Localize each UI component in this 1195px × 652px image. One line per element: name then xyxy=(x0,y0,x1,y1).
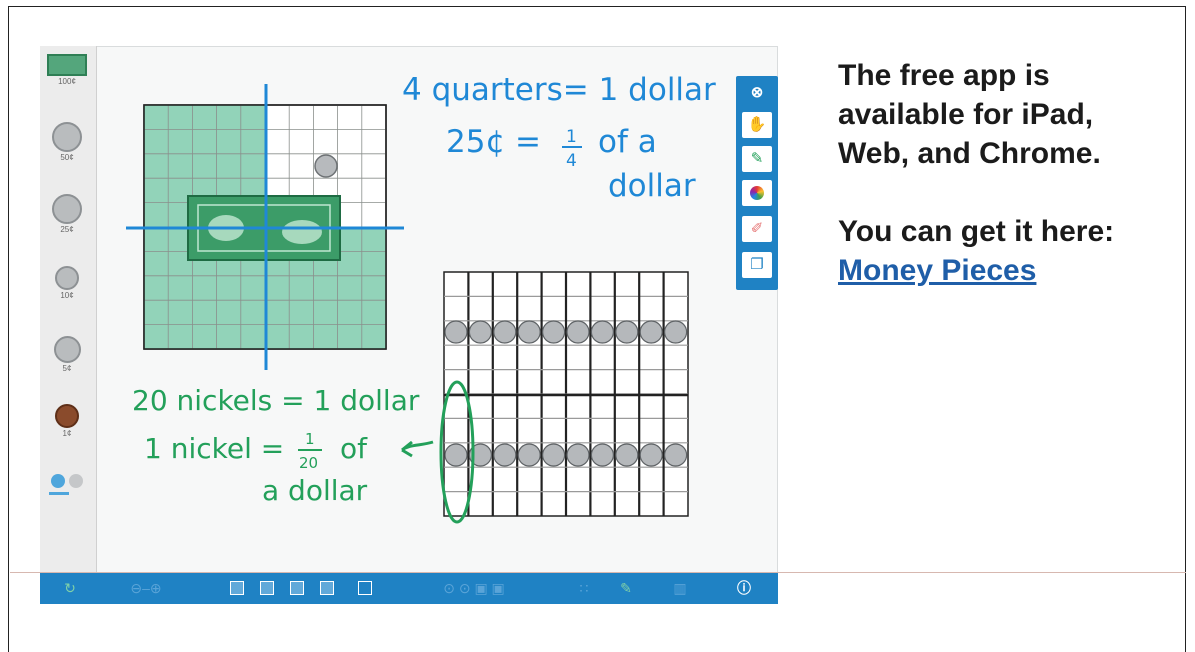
annotation-quarters-line2b: of a xyxy=(598,124,657,160)
fraction-denominator: 4 xyxy=(566,151,577,171)
fraction-numerator: 1 xyxy=(566,127,577,147)
nickel-coin[interactable] xyxy=(615,320,639,344)
annotation-nickels-line1: 20 nickels = 1 dollar xyxy=(132,384,420,417)
eraser-icon[interactable]: ✐ xyxy=(742,216,772,242)
color-wheel-icon[interactable] xyxy=(742,180,772,206)
fraction-denominator: 20 xyxy=(299,454,318,472)
fraction-numerator: 1 xyxy=(305,430,315,448)
hand-icon[interactable]: ✋ xyxy=(742,112,772,138)
annotation-nickels-line2b: of xyxy=(340,432,368,465)
money-pieces-link[interactable]: Money Pieces xyxy=(838,254,1036,287)
calendar-icon[interactable] xyxy=(358,581,372,595)
bottom-toolbar: ↻ ⊖–⊕ ⊙ ⊙ ▣ ▣ ∷ ✎ ▥ ⓘ xyxy=(40,572,778,604)
info-panel: The free app is available for iPad, Web,… xyxy=(838,56,1178,290)
nickel-coin[interactable] xyxy=(590,320,615,344)
nickel-coin[interactable] xyxy=(517,320,541,344)
pen-icon[interactable]: ✎ xyxy=(616,572,636,604)
annotation-quarters-line3: dollar xyxy=(608,168,696,204)
trash-icon[interactable]: ▥ xyxy=(670,572,690,604)
zoom-icon[interactable]: ⊖–⊕ xyxy=(126,572,166,604)
nickel-coin[interactable] xyxy=(444,443,468,467)
info-icon[interactable]: ⓘ xyxy=(734,572,754,604)
divider-line xyxy=(10,572,1186,573)
nickel-coin[interactable] xyxy=(541,443,566,467)
annotation-nickels-line3: a dollar xyxy=(262,474,368,507)
refresh-icon[interactable]: ↻ xyxy=(60,572,80,604)
layout-4-icon[interactable] xyxy=(320,581,334,595)
nickel-coin[interactable] xyxy=(566,443,590,467)
layout-3-icon[interactable] xyxy=(290,581,304,595)
nickel-coin[interactable] xyxy=(517,443,541,467)
nickel-coin[interactable] xyxy=(444,320,468,344)
grid-icon[interactable]: ∷ xyxy=(574,572,594,604)
nickel-coin[interactable] xyxy=(468,320,492,344)
layout-2-icon[interactable] xyxy=(260,581,274,595)
panel-line-1: The free app is xyxy=(838,59,1050,92)
nickel-coin[interactable] xyxy=(493,320,517,344)
disabled-tools: ⊙ ⊙ ▣ ▣ xyxy=(443,580,505,596)
nickel-coin[interactable] xyxy=(541,320,566,344)
nickel-coin[interactable] xyxy=(663,443,688,467)
nickel-coin[interactable] xyxy=(566,320,590,344)
nickel-coin[interactable] xyxy=(493,443,517,467)
tool-palette: ⊗ ✋ ✎ ✐ ❐ xyxy=(736,76,778,290)
nickel-coin[interactable] xyxy=(590,443,615,467)
annotation-quarters-line1: 4 quarters= 1 dollar xyxy=(402,72,716,108)
panel-line-4: You can get it here: xyxy=(838,215,1115,248)
nickel-coin[interactable] xyxy=(639,443,663,467)
quarter-coin xyxy=(314,154,338,178)
hundred-grid-nickels xyxy=(443,271,689,517)
nickel-coin[interactable] xyxy=(639,320,663,344)
page-icon[interactable]: ❐ xyxy=(742,252,772,278)
panel-line-3: Web, and Chrome. xyxy=(838,137,1101,170)
annotation-quarters-line2: 25¢ = xyxy=(446,124,541,160)
panel-line-2: available for iPad, xyxy=(838,98,1094,131)
nickel-coin[interactable] xyxy=(615,443,639,467)
layout-1-icon[interactable] xyxy=(230,581,244,595)
close-icon[interactable]: ⊗ xyxy=(742,80,772,106)
annotation-nickels-line2: 1 nickel = xyxy=(144,432,284,465)
pen-icon[interactable]: ✎ xyxy=(742,146,772,172)
nickel-coin[interactable] xyxy=(663,320,688,344)
